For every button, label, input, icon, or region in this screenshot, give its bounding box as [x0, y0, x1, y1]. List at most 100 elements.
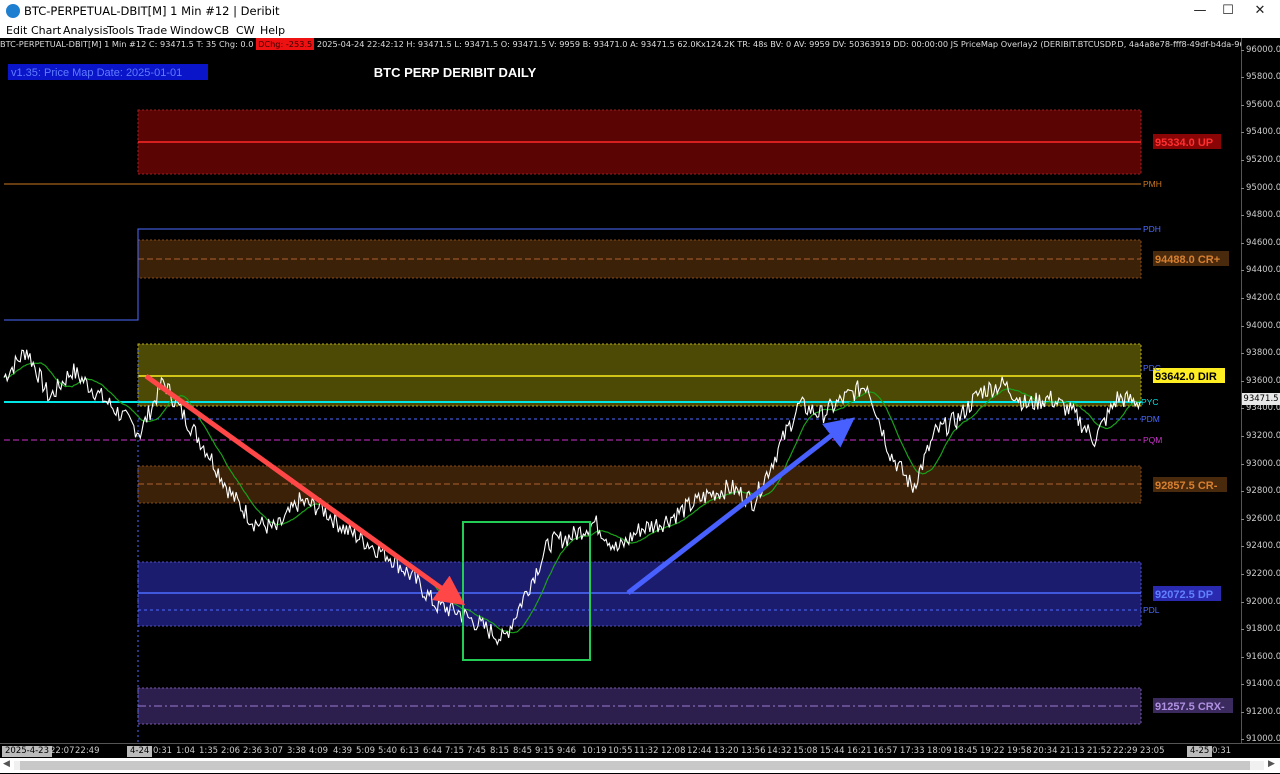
zone-cr-minus	[137, 465, 1142, 504]
time-tick: 3:38	[287, 746, 307, 756]
info-daily-change: DChg: -253.5	[256, 38, 315, 50]
time-tick: 7:45	[467, 746, 487, 756]
scroll-left-icon[interactable]: ◀	[3, 759, 10, 769]
label-pmh: PMH	[1143, 179, 1162, 189]
time-tick: 5:09	[356, 746, 376, 756]
info-ticks: T: 35	[196, 39, 217, 49]
time-tick: 11:32	[634, 746, 659, 756]
chart-title: BTC PERP DERIBIT DAILY	[374, 65, 537, 80]
info-change: Chg: 0.0	[218, 39, 254, 49]
label-pdm: PDM	[1141, 414, 1160, 424]
menu-cb[interactable]: CB	[214, 24, 229, 37]
date-start: 2025-4-23	[2, 746, 52, 757]
menu-edit[interactable]: Edit	[6, 24, 27, 37]
price-tick: 94600.0	[1240, 238, 1280, 248]
time-tick: 12:44	[687, 746, 712, 756]
time-tick: 9:15	[535, 746, 555, 756]
info-close: C: 93471.5	[148, 39, 194, 49]
time-tick: 0:31	[153, 746, 173, 756]
time-tick: 6:44	[423, 746, 443, 756]
menu-window[interactable]: Window	[170, 24, 213, 37]
price-tick: 95200.0	[1240, 155, 1280, 165]
info-symbol: BTC-PERPETUAL-DBIT[M] 1 Min #12	[0, 39, 147, 49]
time-tick: 1:35	[199, 746, 219, 756]
price-tick: 93800.0	[1240, 348, 1280, 358]
quote-info-bar: BTC-PERPETUAL-DBIT[M] 1 Min #12 C: 93471…	[0, 38, 1241, 50]
time-tick: 22:49	[75, 746, 100, 756]
time-tick: 10:55	[608, 746, 633, 756]
time-tick: 23:05	[1140, 746, 1165, 756]
label-pdh: PDH	[1143, 224, 1161, 234]
window-title: BTC-PERPETUAL-DBIT[M] 1 Min #12 | Deribi…	[24, 4, 280, 18]
time-tick: 21:13	[1060, 746, 1085, 756]
scroll-thumb[interactable]	[20, 761, 1250, 770]
price-tick: 95400.0	[1240, 127, 1280, 137]
time-tick: 20:34	[1033, 746, 1058, 756]
label-dir: 93642.0 DIR	[1155, 371, 1217, 383]
price-tick: 91800.0	[1240, 624, 1280, 634]
date-end: 4-25	[1187, 746, 1213, 757]
price-tick: 94800.0	[1240, 210, 1280, 220]
price-tick: 94400.0	[1240, 265, 1280, 275]
price-tick: 92800.0	[1240, 486, 1280, 496]
time-tick: 19:22	[980, 746, 1005, 756]
price-tick: 93600.0	[1240, 376, 1280, 386]
time-tick: 2:06	[221, 746, 241, 756]
time-tick: 4:09	[309, 746, 329, 756]
time-tick: 16:57	[873, 746, 898, 756]
time-tick: 15:08	[793, 746, 818, 756]
label-pqm: PQM	[1143, 435, 1162, 445]
time-tick: 14:32	[767, 746, 792, 756]
time-tick: 18:45	[953, 746, 978, 756]
menu-trade[interactable]: Trade	[137, 24, 167, 37]
time-tick: 8:45	[513, 746, 533, 756]
pricemap-tag: v1.35: Price Map Date: 2025-01-01	[11, 67, 182, 79]
price-tick: 94200.0	[1240, 293, 1280, 303]
price-tick: 93000.0	[1240, 459, 1280, 469]
time-tick: 19:58	[1007, 746, 1032, 756]
label-pdc: PDC	[1143, 363, 1161, 373]
close-button[interactable]: ✕	[1240, 0, 1280, 22]
menu-analysis[interactable]: Analysis	[63, 24, 108, 37]
menu-help[interactable]: Help	[260, 24, 285, 37]
price-tick: 95000.0	[1240, 183, 1280, 193]
menu-chart[interactable]: Chart	[31, 24, 61, 37]
price-tick: 96000.0	[1240, 45, 1280, 55]
price-tick: 92200.0	[1240, 569, 1280, 579]
current-price-marker: 93471.5	[1242, 393, 1280, 405]
time-tick: 2:36	[243, 746, 263, 756]
price-axis[interactable]: 96000.0 95800.0 95600.0 95400.0 95200.0 …	[1240, 38, 1280, 744]
app-icon	[6, 4, 20, 18]
time-tick: 8:15	[490, 746, 510, 756]
time-tick: 6:13	[400, 746, 420, 756]
horizontal-scrollbar[interactable]: ◀ ▶	[0, 758, 1280, 773]
price-chart[interactable]: BTC PERP DERIBIT DAILY v1.35: Price Map …	[0, 50, 1241, 743]
window-titlebar: BTC-PERPETUAL-DBIT[M] 1 Min #12 | Deribi…	[0, 0, 1280, 22]
price-tick: 91400.0	[1240, 679, 1280, 689]
menu-cw[interactable]: CW	[236, 24, 255, 37]
zone-dir	[137, 343, 1142, 407]
time-tick: 22:29	[1113, 746, 1138, 756]
time-tick: 9:46	[557, 746, 577, 756]
menu-tools[interactable]: Tools	[107, 24, 134, 37]
label-pyc: PYC	[1141, 397, 1158, 407]
price-tick: 92400.0	[1240, 541, 1280, 551]
time-tick: 18:09	[927, 746, 952, 756]
time-tick: 0:31	[1212, 746, 1232, 756]
time-tick: 10:19	[582, 746, 607, 756]
price-tick: 92600.0	[1240, 514, 1280, 524]
scroll-right-icon[interactable]: ▶	[1268, 759, 1275, 769]
price-tick: 95800.0	[1240, 72, 1280, 82]
time-tick: 7:15	[445, 746, 465, 756]
label-dp: 92072.5 DP	[1155, 589, 1213, 601]
price-tick: 95600.0	[1240, 100, 1280, 110]
price-tick: 91200.0	[1240, 707, 1280, 717]
time-tick: 1:04	[176, 746, 196, 756]
time-tick: 16:21	[847, 746, 872, 756]
time-tick: 4:39	[333, 746, 353, 756]
zone-cr-plus	[137, 239, 1142, 279]
menu-bar: Edit Chart Analysis Tools Trade Window C…	[0, 22, 1280, 39]
time-tick: 22:07	[50, 746, 75, 756]
label-crx-minus: 91257.5 CRX-	[1155, 701, 1225, 713]
time-tick: 5:40	[378, 746, 398, 756]
